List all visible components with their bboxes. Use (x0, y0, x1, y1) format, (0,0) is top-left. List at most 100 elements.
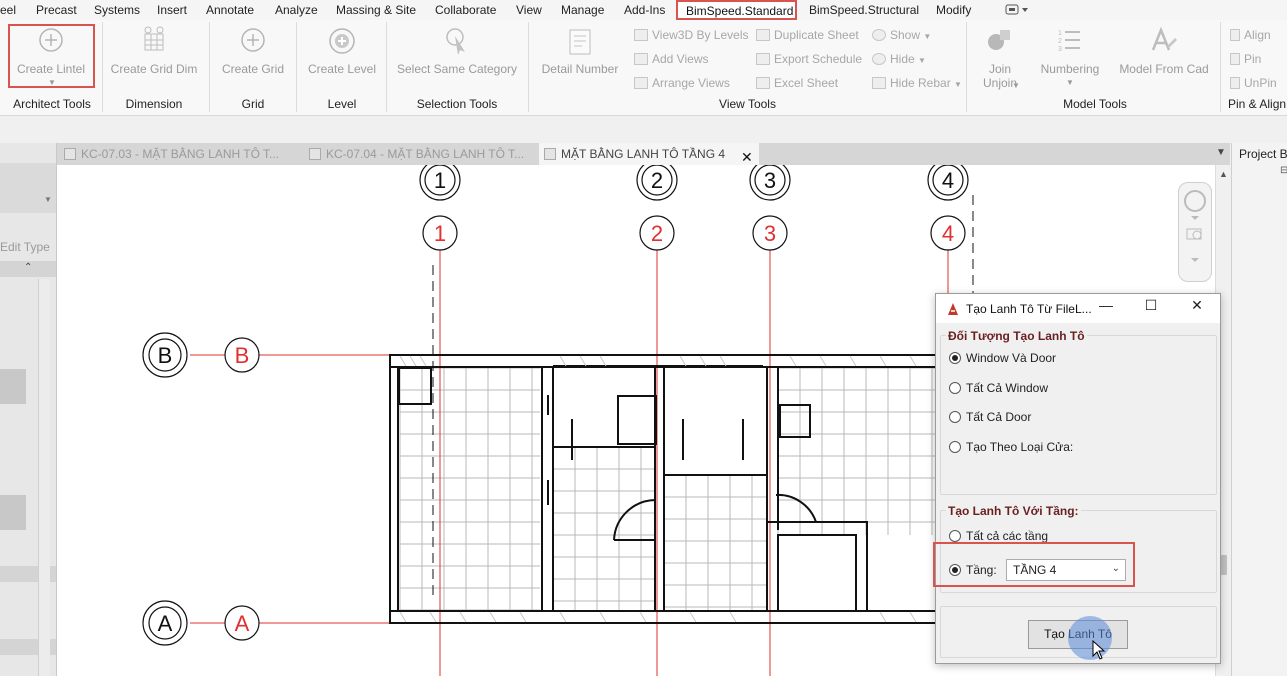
tab-kc-07-03[interactable]: KC-07.03 - MẶT BẰNG LANH TÔ T... (59, 143, 281, 165)
radio-button[interactable] (949, 530, 961, 542)
menu-bimspeed-standard[interactable]: BimSpeed.Standard (676, 0, 797, 20)
pin-button[interactable]: Pin (1230, 52, 1261, 66)
cursor-select-icon (446, 28, 465, 55)
level-group-label: Level (327, 97, 357, 111)
grid-group-label: Grid (241, 97, 265, 111)
close-icon[interactable]: ✕ (1187, 297, 1207, 314)
sun-icon (872, 53, 886, 65)
menu-annotate[interactable]: Annotate (206, 3, 254, 17)
view-tabs: KC-07.03 - MẶT BẰNG LANH TÔ T... KC-07.0… (57, 143, 1230, 165)
floor-plan-icon (309, 148, 321, 160)
grid-bubble-labels: 1 2 3 4 B A 1 2 3 4 B A (158, 168, 954, 636)
property-row (0, 369, 26, 404)
tab-kc-07-04[interactable]: KC-07.04 - MẶT BẰNG LANH TÔ T... (304, 143, 526, 165)
menu-steel[interactable]: eel (0, 3, 16, 17)
menu-massing-site[interactable]: Massing & Site (336, 3, 416, 17)
create-grid-button[interactable]: Create Grid (214, 24, 292, 94)
excel-sheet-button[interactable]: Excel Sheet (756, 76, 838, 90)
duplicate-sheet-icon (756, 29, 770, 41)
tab-mat-bang-lanh-to-tang-4[interactable]: MẶT BẰNG LANH TÔ TẦNG 4 ✕ (539, 143, 759, 165)
radio-button[interactable] (949, 441, 961, 453)
minimize-icon[interactable]: — (1096, 297, 1116, 313)
unpin-button[interactable]: UnPin (1230, 76, 1277, 90)
tab-label: MẶT BẰNG LANH TÔ TẦNG 4 (561, 147, 726, 161)
floor-plan-icon (544, 148, 556, 160)
grid-label-3: 3 (764, 168, 776, 193)
detail-number-button[interactable]: Detail Number (534, 24, 626, 94)
radio-all-windows[interactable]: Tất Cả Window (949, 381, 1048, 395)
view-tools-label: View Tools (719, 97, 776, 111)
ribbon-divider (528, 22, 529, 112)
maximize-icon[interactable]: ☐ (1141, 297, 1161, 314)
join-label: Join (988, 62, 1011, 76)
radio-all-doors[interactable]: Tất Cả Door (949, 410, 1031, 424)
tab-label: KC-07.03 - MẶT BẰNG LANH TÔ T... (81, 147, 280, 161)
radio-window-and-door[interactable]: Window Và Door (949, 351, 1056, 365)
radio-all-levels[interactable]: Tất cả các tầng (949, 529, 1048, 543)
menu-analyze[interactable]: Analyze (275, 3, 318, 17)
grid-label-2: 2 (651, 168, 663, 193)
menu-systems[interactable]: Systems (94, 3, 140, 17)
chevron-down-icon: ▼ (1012, 81, 1020, 90)
excel-sheet-icon (756, 77, 770, 89)
add-views-button[interactable]: Add Views (634, 52, 708, 66)
create-level-label: Create Level (307, 62, 377, 76)
add-level-icon (329, 28, 355, 54)
radio-button[interactable] (949, 411, 961, 423)
menu-manage[interactable]: Manage (561, 3, 604, 17)
collapse-icon[interactable]: ⌃ (24, 262, 32, 273)
menu-precast[interactable]: Precast (36, 3, 77, 17)
chevron-down-icon: ▼ (44, 195, 52, 204)
radio-button[interactable] (949, 382, 961, 394)
create-grid-dim-button[interactable]: Create Grid Dim (106, 24, 202, 94)
numbering-label: Numbering (1040, 62, 1100, 76)
view3d-by-levels-button[interactable]: View3D By Levels (634, 28, 749, 42)
svg-text:1: 1 (1058, 30, 1062, 37)
properties-scrollbar[interactable] (38, 279, 50, 676)
pin-icon (1230, 53, 1240, 65)
add-views-label: Add Views (652, 52, 709, 66)
join-button[interactable]: Join Unjoin ▼ (972, 24, 1028, 94)
edit-type-link[interactable]: Edit Type (0, 240, 50, 254)
ribbon-toggle-icon[interactable] (1004, 3, 1030, 16)
type-selector[interactable] (0, 163, 56, 213)
select-same-category-button[interactable]: Select Same Category (392, 24, 522, 94)
unpin-icon (1230, 77, 1240, 89)
create-level-button[interactable]: Create Level (300, 24, 384, 94)
tab-list-icon[interactable]: ▼ (1216, 147, 1226, 158)
dialog-titlebar[interactable]: Tạo Lanh Tô Từ FileL... — ☐ ✕ (936, 294, 1220, 323)
menu-insert[interactable]: Insert (157, 3, 187, 17)
menu-bimspeed-standard-label: BimSpeed.Standard (686, 4, 794, 18)
ribbon-divider (1220, 22, 1221, 112)
view3d-by-levels-label: View3D By Levels (652, 28, 749, 42)
menu-add-ins[interactable]: Add-Ins (624, 3, 665, 17)
tree-expand-icon[interactable]: ⊟ (1280, 165, 1287, 176)
select-same-category-label: Select Same Category (396, 62, 518, 76)
menu-modify[interactable]: Modify (936, 3, 971, 17)
model-from-cad-button[interactable]: Model From Cad (1114, 24, 1214, 94)
numbering-button[interactable]: 123 Numbering ▼ (1034, 24, 1106, 94)
menu-collaborate[interactable]: Collaborate (435, 3, 496, 17)
radio-button[interactable] (949, 352, 961, 364)
menu-bimspeed-structural[interactable]: BimSpeed.Structural (809, 3, 919, 17)
wall-hatching (399, 355, 917, 623)
grid-label-b: B (158, 343, 173, 368)
create-lintel-highlight (8, 24, 95, 88)
scroll-up-icon[interactable]: ▲ (1219, 169, 1228, 179)
create-grid-dim-label: Create Grid Dim (110, 62, 198, 76)
menu-view[interactable]: View (516, 3, 542, 17)
arrange-views-button[interactable]: Arrange Views (634, 76, 730, 90)
grid-label-4: 4 (942, 221, 954, 246)
duplicate-sheet-button[interactable]: Duplicate Sheet (756, 28, 859, 42)
hide-rebar-button[interactable]: Hide Rebar ▼ (872, 76, 962, 90)
grid-label-4: 4 (942, 168, 954, 193)
align-button[interactable]: Align (1230, 28, 1271, 42)
hide-button[interactable]: Hide ▼ (872, 52, 926, 66)
export-schedule-button[interactable]: Export Schedule (756, 52, 862, 66)
navigation-bar[interactable] (1178, 182, 1212, 282)
show-button[interactable]: Show ▼ (872, 28, 931, 42)
grid-bubbles-red (224, 215, 966, 641)
radio-by-opening-type[interactable]: Tạo Theo Loại Cửa: (949, 440, 1073, 454)
duplicate-sheet-label: Duplicate Sheet (774, 28, 859, 42)
project-browser-title: Project Br (1239, 147, 1287, 161)
